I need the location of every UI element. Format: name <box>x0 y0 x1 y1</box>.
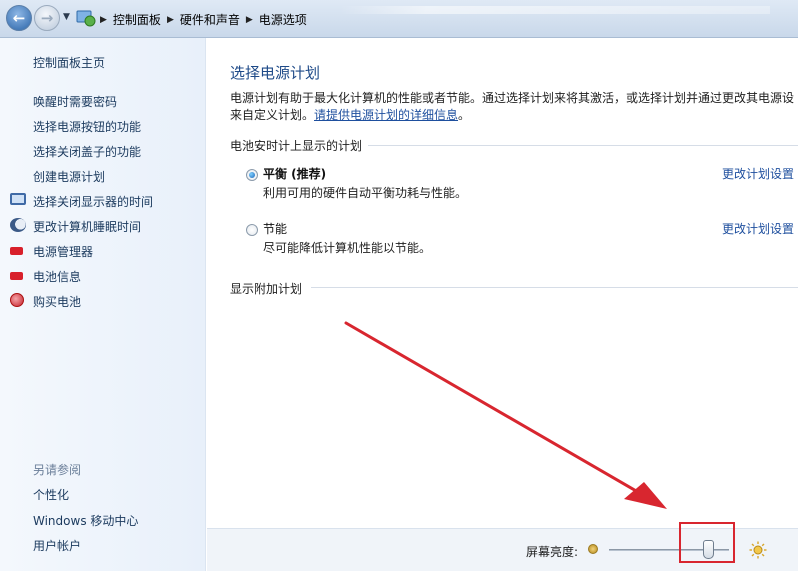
battery-red-icon <box>10 272 23 280</box>
sidebar-item-create-plan[interactable]: 创建电源计划 <box>33 168 105 185</box>
plan-details-link[interactable]: 请提供电源计划的详细信息 <box>314 108 458 122</box>
chevron-right-icon[interactable]: ▶ <box>246 15 253 25</box>
battery-plans-heading: 电池安时计上显示的计划 <box>230 137 369 154</box>
breadcrumb: ▶ 控制面板 ▶ 硬件和声音 ▶ 电源选项 <box>100 11 307 28</box>
power-saver-plan-description: 尽可能降低计算机性能以节能。 <box>263 241 432 255</box>
battery-red-icon <box>10 247 23 255</box>
sidebar-item-wake-password[interactable]: 唤醒时需要密码 <box>33 93 117 110</box>
chevron-right-icon[interactable]: ▶ <box>167 15 174 25</box>
intro-suffix: 。 <box>458 108 471 122</box>
balanced-plan-name[interactable]: 平衡 (推荐) <box>263 165 326 182</box>
page-title: 选择电源计划 <box>230 64 321 82</box>
globe-icon <box>10 293 24 307</box>
change-balanced-plan-settings-link[interactable]: 更改计划设置 <box>722 165 794 182</box>
sidebar-item-power-manager[interactable]: 电源管理器 <box>33 243 93 260</box>
blurred-toolbar <box>340 6 770 14</box>
sidebar-item-user-accounts[interactable]: 用户帐户 <box>33 537 81 554</box>
brightness-label: 屏幕亮度: <box>526 545 579 559</box>
bright-sun-icon <box>749 541 767 559</box>
sidebar-item-personalization[interactable]: 个性化 <box>33 486 69 503</box>
back-arrow-icon[interactable]: ← <box>6 5 32 31</box>
breadcrumb-hardware-sound[interactable]: 硬件和声音 <box>180 11 240 28</box>
main-panel: 选择电源计划 电源计划有助于最大化计算机的性能或者节能。通过选择计划来将其激活，… <box>207 38 798 528</box>
dim-sun-icon <box>588 544 598 554</box>
sidebar-item-display-off[interactable]: 选择关闭显示器的时间 <box>33 193 153 210</box>
moon-icon <box>10 218 26 232</box>
intro-line-2: 来自定义计划。请提供电源计划的详细信息。 <box>230 107 798 124</box>
intro-prefix: 来自定义计划。 <box>230 108 315 122</box>
forward-arrow-icon[interactable]: → <box>34 5 60 31</box>
sidebar: 控制面板主页 唤醒时需要密码 选择电源按钮的功能 选择关闭盖子的功能 创建电源计… <box>0 38 206 571</box>
show-additional-plans-toggle[interactable]: 显示附加计划 <box>230 280 309 297</box>
see-also-heading: 另请参阅 <box>33 463 82 477</box>
breadcrumb-power-options[interactable]: 电源选项 <box>259 11 307 28</box>
divider <box>311 287 798 288</box>
balanced-plan-radio[interactable] <box>246 169 258 181</box>
balanced-plan-description: 利用可用的硬件自动平衡功耗与性能。 <box>263 186 468 200</box>
sidebar-item-control-panel-home[interactable]: 控制面板主页 <box>33 54 105 71</box>
change-power-saver-plan-settings-link[interactable]: 更改计划设置 <box>722 220 794 237</box>
control-panel-icon <box>76 10 96 27</box>
power-saver-plan-name[interactable]: 节能 <box>263 220 287 237</box>
intro-line-1: 电源计划有助于最大化计算机的性能或者节能。通过选择计划来将其激活，或选择计划并通… <box>230 91 795 105</box>
divider <box>367 145 798 146</box>
monitor-icon <box>10 193 26 205</box>
chevron-right-icon[interactable]: ▶ <box>100 15 107 25</box>
sidebar-item-sleep-time[interactable]: 更改计算机睡眠时间 <box>33 218 141 235</box>
sidebar-item-buy-battery[interactable]: 购买电池 <box>33 293 81 310</box>
sidebar-item-power-button[interactable]: 选择电源按钮的功能 <box>33 118 141 135</box>
sidebar-item-mobility-center[interactable]: Windows 移动中心 <box>33 512 138 529</box>
power-saver-plan-radio[interactable] <box>246 224 258 236</box>
intro-text: 电源计划有助于最大化计算机的性能或者节能。通过选择计划来将其激活，或选择计划并通… <box>230 90 798 124</box>
sidebar-item-battery-info[interactable]: 电池信息 <box>33 268 81 285</box>
history-dropdown-icon[interactable]: ▼ <box>63 12 70 22</box>
brightness-slider-thumb[interactable] <box>703 540 715 559</box>
address-bar: ← → ▼ ▶ 控制面板 ▶ 硬件和声音 ▶ 电源选项 <box>0 0 798 38</box>
brightness-bar: 屏幕亮度: <box>207 528 798 571</box>
breadcrumb-control-panel[interactable]: 控制面板 <box>113 11 161 28</box>
sidebar-item-close-lid[interactable]: 选择关闭盖子的功能 <box>33 143 141 160</box>
